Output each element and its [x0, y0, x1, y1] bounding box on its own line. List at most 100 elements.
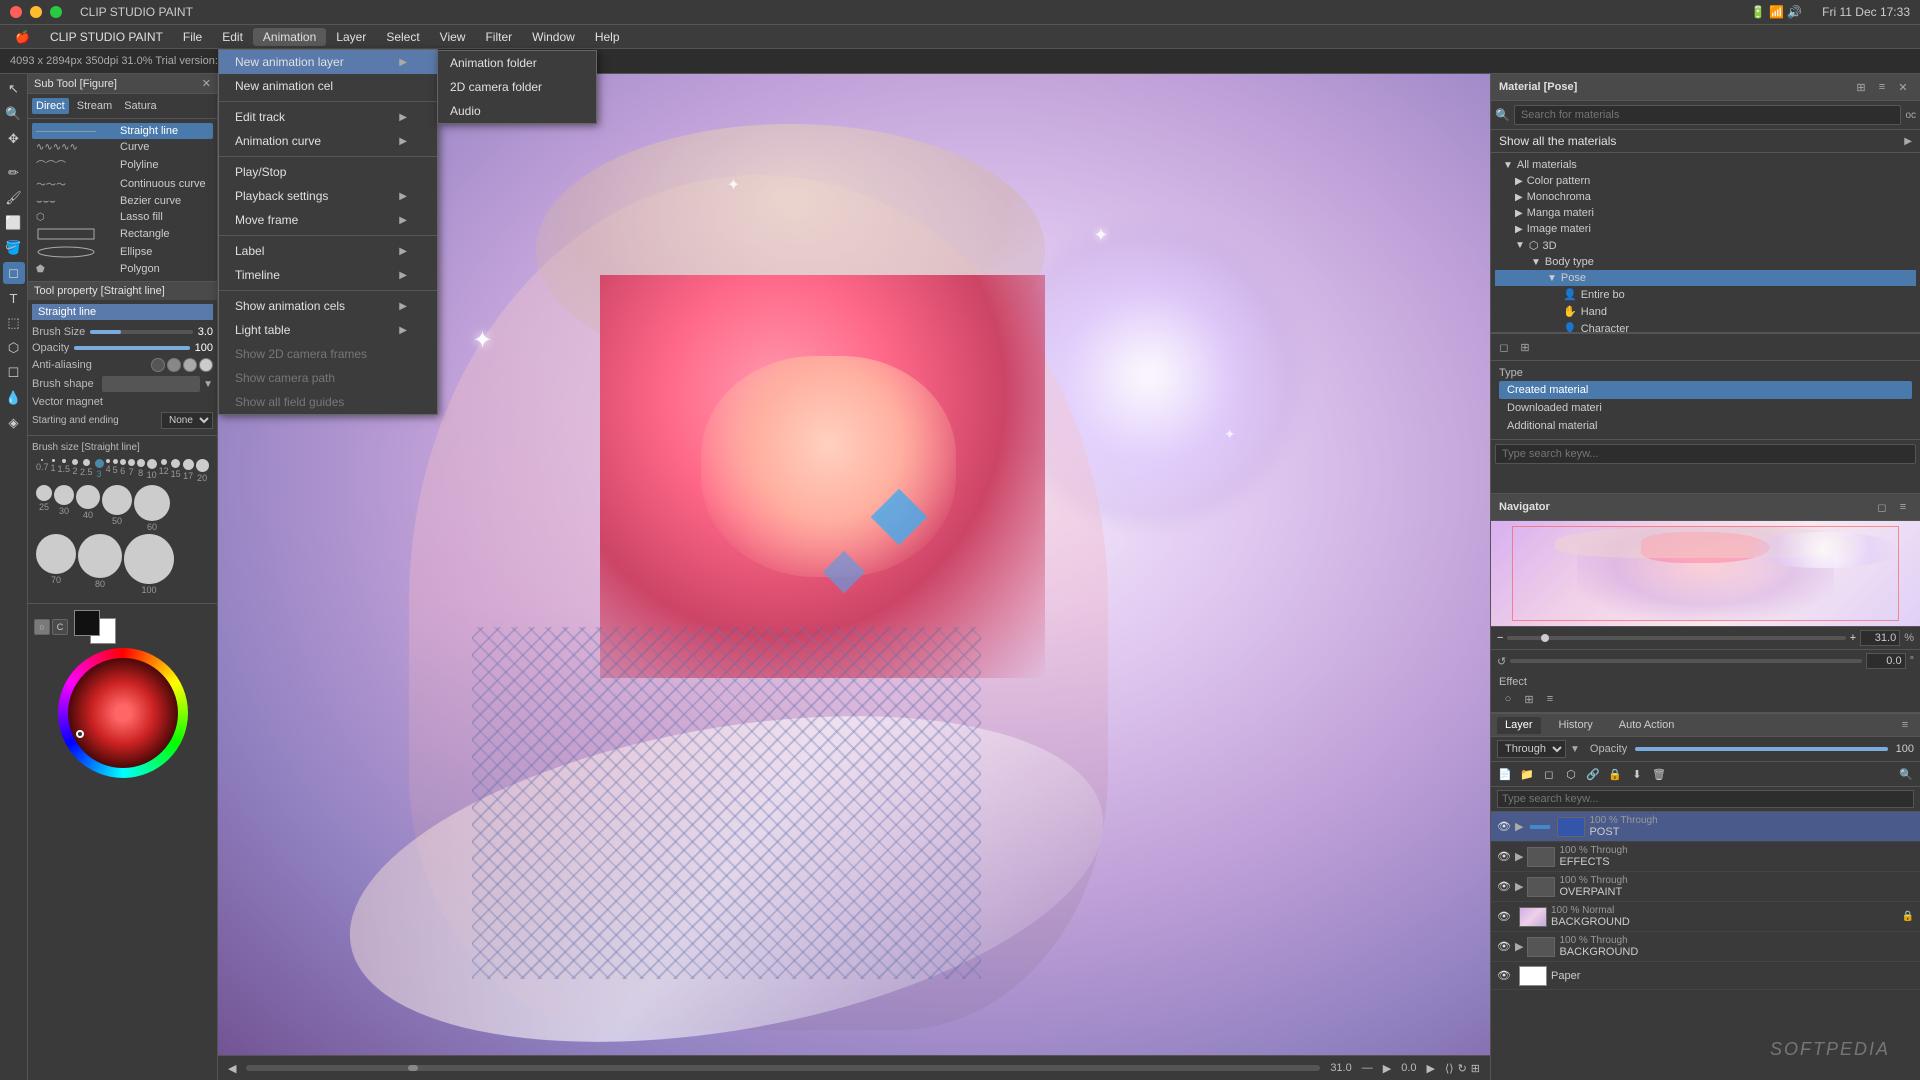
- opacity-slider[interactable]: [74, 346, 189, 350]
- layer-item-overpaint[interactable]: 👁 ▶ 100 % Through OVERPAINT: [1491, 872, 1920, 902]
- canvas-btn-3[interactable]: ⊞: [1471, 1062, 1480, 1075]
- tool-ellipse[interactable]: Ellipse: [32, 243, 213, 261]
- tool-select-region[interactable]: ⬚: [3, 312, 25, 334]
- brush-shape-preview[interactable]: [102, 376, 200, 392]
- menu-new-animation-layer[interactable]: New animation layer ▶ Animation folder 2…: [219, 50, 437, 74]
- brush-size-12[interactable]: 12: [159, 459, 169, 483]
- tool-lasso[interactable]: ⬡: [3, 337, 25, 359]
- nav-zoom-value[interactable]: [1860, 630, 1900, 646]
- layer-item-effects[interactable]: 👁 ▶ 100 % Through EFFECTS: [1491, 842, 1920, 872]
- brush-size-80[interactable]: 80: [78, 534, 122, 595]
- brush-size-7[interactable]: 7: [128, 459, 135, 483]
- layer-opacity-value[interactable]: 100: [1896, 743, 1914, 755]
- cat-3d[interactable]: ▼ ⬡ 3D: [1495, 237, 1916, 254]
- material-panel-icon-2[interactable]: ≡: [1873, 78, 1891, 96]
- color-triangle[interactable]: [68, 658, 178, 768]
- tool-polygon[interactable]: ⬟ Polygon: [32, 261, 213, 277]
- layer-search-btn[interactable]: 🔍: [1896, 764, 1916, 784]
- menu-edit[interactable]: Edit: [212, 28, 253, 46]
- brush-size-15[interactable]: 15: [171, 459, 181, 483]
- mac-close-button[interactable]: [10, 6, 22, 18]
- menu-apple[interactable]: 🍎: [5, 28, 40, 46]
- color-tab-circle[interactable]: ○: [34, 619, 50, 635]
- tool-continuous-curve[interactable]: 〜〜〜 Continuous curve: [32, 174, 213, 193]
- layer-vis-paper[interactable]: 👁: [1497, 969, 1511, 983]
- brush-size-20[interactable]: 20: [196, 459, 209, 483]
- tool-figure[interactable]: ◻: [3, 262, 25, 284]
- brush-size-100[interactable]: 100: [124, 534, 174, 595]
- cat-all-materials[interactable]: ▼ All materials: [1495, 157, 1916, 173]
- layer-vis-bg-normal[interactable]: 👁: [1497, 910, 1511, 924]
- menu-filter[interactable]: Filter: [475, 28, 522, 46]
- material-search-btn[interactable]: oc: [1905, 110, 1916, 121]
- menu-move-frame[interactable]: Move frame ▶: [219, 208, 437, 232]
- brush-size-3[interactable]: 3: [95, 459, 104, 483]
- layer-item-bg-normal[interactable]: 👁 100 % Normal BACKGROUND 🔒: [1491, 902, 1920, 932]
- tool-lasso-fill[interactable]: ⬡ Lasso fill: [32, 209, 213, 225]
- blend-mode-select[interactable]: Through Normal Multiply Screen Overlay: [1497, 740, 1566, 758]
- type-additional[interactable]: Additional material: [1499, 417, 1912, 435]
- cat-color-pattern[interactable]: ▶ Color pattern: [1495, 173, 1916, 189]
- canvas-scroll-left[interactable]: ◀: [228, 1062, 236, 1075]
- nav-zoom-out[interactable]: −: [1497, 632, 1503, 644]
- tool-brush[interactable]: 🖌: [3, 187, 25, 209]
- brush-size-60[interactable]: 60: [134, 485, 170, 532]
- layer-new[interactable]: 📄: [1495, 764, 1515, 784]
- material-panel-close[interactable]: ✕: [1894, 78, 1912, 96]
- layer-correction[interactable]: ⬡: [1561, 764, 1581, 784]
- layer-opacity-slider[interactable]: [1635, 747, 1887, 751]
- brush-size-2[interactable]: 2: [72, 459, 78, 483]
- sub-tool-close[interactable]: ✕: [202, 77, 211, 90]
- tool-eyedropper[interactable]: 💧: [3, 387, 25, 409]
- mat-btn-2[interactable]: ⊞: [1516, 338, 1534, 356]
- tool-polyline[interactable]: ⌒⌒⌒ Polyline: [32, 155, 213, 174]
- material-search-input[interactable]: [1514, 105, 1901, 125]
- layer-merge[interactable]: ⬇: [1627, 764, 1647, 784]
- layer-item-bg-through[interactable]: 👁 ▶ 100 % Through BACKGROUND: [1491, 932, 1920, 962]
- effect-btn-1[interactable]: ○: [1499, 690, 1517, 708]
- tool-bezier-curve[interactable]: ⌣⌣⌣ Bezier curve: [32, 193, 213, 209]
- menu-file[interactable]: File: [173, 28, 212, 46]
- layer-item-post[interactable]: 👁 ▶ 100 % Through POST: [1491, 812, 1920, 842]
- menu-timeline[interactable]: Timeline ▶: [219, 263, 437, 287]
- material-panel-icon-1[interactable]: ⊞: [1852, 78, 1870, 96]
- layer-delete[interactable]: 🗑: [1649, 764, 1669, 784]
- layer-vis-post[interactable]: 👁: [1497, 820, 1511, 834]
- tool-fill[interactable]: 🪣: [3, 237, 25, 259]
- layer-mask[interactable]: ◻: [1539, 764, 1559, 784]
- keyword-search-input[interactable]: [1495, 444, 1916, 464]
- cat-entire-body[interactable]: 👤 Entire bo: [1495, 286, 1916, 303]
- menu-playback-settings[interactable]: Playback settings ▶: [219, 184, 437, 208]
- tool-curve[interactable]: ∿∿∿∿∿ Curve: [32, 139, 213, 155]
- layer-vis-bg-through[interactable]: 👁: [1497, 940, 1511, 954]
- brush-size-2.5[interactable]: 2.5: [80, 459, 93, 483]
- tool-cursor[interactable]: ↖: [3, 78, 25, 100]
- layer-item-paper[interactable]: 👁 Paper: [1491, 962, 1920, 990]
- brush-size-25[interactable]: 25: [36, 485, 52, 532]
- brush-size-8[interactable]: 8: [137, 459, 145, 483]
- opacity-value[interactable]: 100: [195, 342, 213, 354]
- cat-body-type[interactable]: ▼ Body type: [1495, 254, 1916, 270]
- menu-layer[interactable]: Layer: [326, 28, 376, 46]
- tool-straight-line[interactable]: —————— Straight line: [32, 123, 213, 139]
- nav-rotation-slider[interactable]: [1510, 659, 1861, 663]
- cat-manga[interactable]: ▶ Manga materi: [1495, 205, 1916, 221]
- layer-vis-overpaint[interactable]: 👁: [1497, 880, 1511, 894]
- brush-size-5[interactable]: 5: [113, 459, 118, 483]
- brush-size-17[interactable]: 17: [183, 459, 194, 483]
- brush-size-1[interactable]: 1: [51, 459, 56, 483]
- menu-animation[interactable]: Animation: [253, 28, 326, 46]
- navigator-preview[interactable]: [1491, 521, 1920, 626]
- tool-mode-direct[interactable]: Direct: [32, 98, 69, 114]
- cat-mono[interactable]: ▶ Monochroma: [1495, 189, 1916, 205]
- brush-size-6[interactable]: 6: [120, 459, 126, 483]
- layer-search-input[interactable]: [1497, 790, 1914, 808]
- cat-character[interactable]: 👤 Character: [1495, 320, 1916, 333]
- cat-image[interactable]: ▶ Image materi: [1495, 221, 1916, 237]
- nav-icon-1[interactable]: ◻: [1873, 498, 1891, 516]
- timeline-thumb[interactable]: [408, 1065, 418, 1071]
- mat-btn-1[interactable]: ◻: [1495, 338, 1513, 356]
- nav-rotation-value[interactable]: [1866, 653, 1906, 669]
- nav-zoom-in[interactable]: +: [1850, 632, 1856, 644]
- tool-text[interactable]: T: [3, 287, 25, 309]
